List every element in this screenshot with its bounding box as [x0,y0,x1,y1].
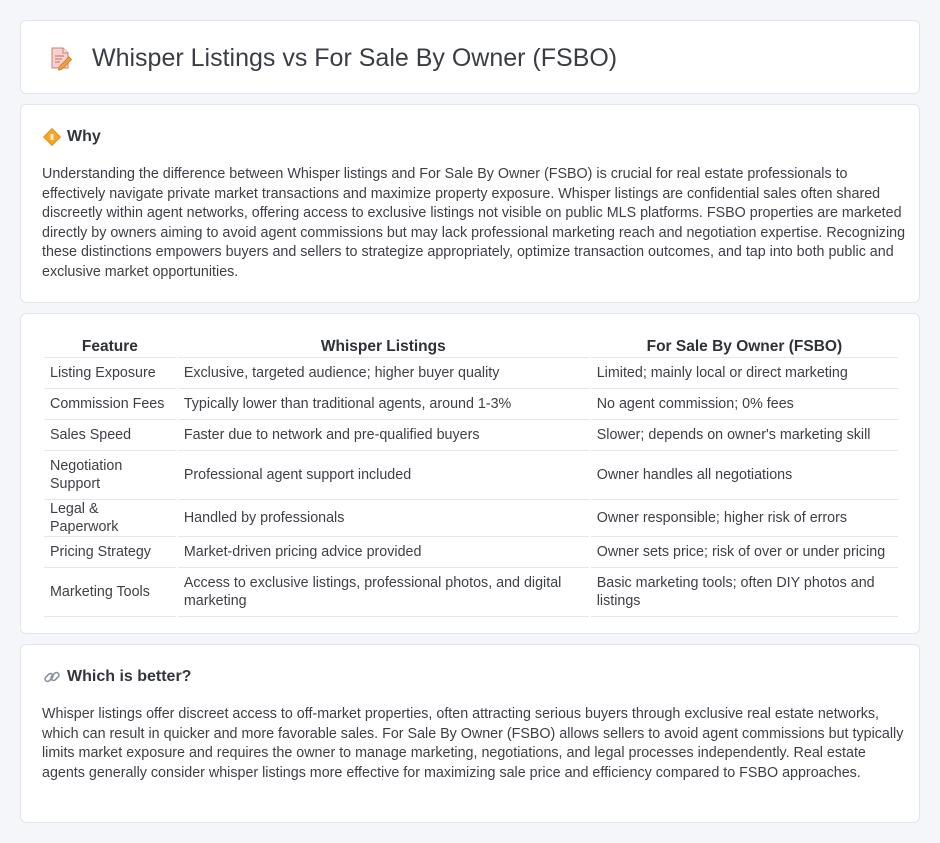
whisper-cell: Professional agent support included [177,451,589,500]
why-paragraph: Understanding the difference between Whi… [42,166,906,280]
feature-cell: Legal & Paperwork [44,500,176,537]
whisper-cell: Market-driven pricing advice provided [177,537,589,568]
table-row: Commission Fees Typically lower than tra… [44,389,898,420]
table-row: Sales Speed Faster due to network and pr… [44,420,898,451]
why-section: Why Understanding the difference between… [20,104,920,303]
document-pencil-icon [51,47,73,71]
header-whisper: Whisper Listings [177,334,589,358]
feature-cell: Commission Fees [44,389,176,420]
comparison-table: Feature Whisper Listings For Sale By Own… [42,334,900,617]
why-heading: Why [67,128,101,145]
fsbo-cell: Slower; depends on owner's marketing ski… [590,420,898,451]
whisper-cell: Access to exclusive listings, profession… [177,568,589,617]
header-fsbo: For Sale By Owner (FSBO) [590,334,898,358]
feature-cell: Marketing Tools [44,568,176,617]
fsbo-cell: Limited; mainly local or direct marketin… [590,358,898,389]
page-title: Whisper Listings vs For Sale By Owner (F… [92,44,618,72]
table-row: Negotiation Support Professional agent s… [44,451,898,500]
header-feature: Feature [44,334,176,358]
link-icon [44,671,60,683]
feature-cell: Negotiation Support [44,451,176,500]
fsbo-cell: Owner responsible; higher risk of errors [590,500,898,537]
fsbo-cell: Basic marketing tools; often DIY photos … [590,568,898,617]
whisper-cell: Faster due to network and pre-qualified … [177,420,589,451]
which-is-better-paragraph: Whisper listings offer discreet access t… [42,706,904,781]
comparison-section: Feature Whisper Listings For Sale By Own… [20,313,920,634]
table-row: Pricing Strategy Market-driven pricing a… [44,537,898,568]
fsbo-cell: No agent commission; 0% fees [590,389,898,420]
which-is-better-heading: Which is better? [67,668,192,685]
feature-cell: Listing Exposure [44,358,176,389]
which-is-better-section: Which is better? Whisper listings offer … [20,644,920,823]
whisper-cell: Handled by professionals [177,500,589,537]
diamond-sign-icon [43,128,61,146]
table-row: Marketing Tools Access to exclusive list… [44,568,898,617]
feature-cell: Sales Speed [44,420,176,451]
table-row: Listing Exposure Exclusive, targeted aud… [44,358,898,389]
fsbo-cell: Owner sets price; risk of over or under … [590,537,898,568]
header-card: Whisper Listings vs For Sale By Owner (F… [20,20,920,94]
whisper-cell: Exclusive, targeted audience; higher buy… [177,358,589,389]
table-row: Legal & Paperwork Handled by professiona… [44,500,898,537]
fsbo-cell: Owner handles all negotiations [590,451,898,500]
feature-cell: Pricing Strategy [44,537,176,568]
whisper-cell: Typically lower than traditional agents,… [177,389,589,420]
table-header-row: Feature Whisper Listings For Sale By Own… [44,334,898,358]
